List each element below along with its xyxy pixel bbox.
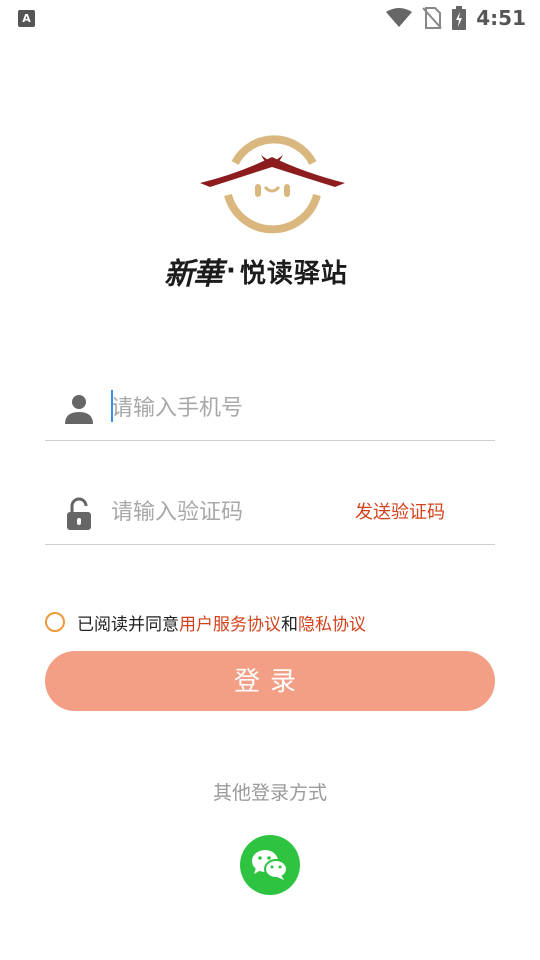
- app-notification-icon: A: [18, 10, 35, 27]
- agreement-row: 已阅读并同意 用户服务协议 和 隐私协议: [45, 608, 366, 636]
- no-sim-icon: [422, 7, 442, 29]
- wechat-icon: [252, 850, 288, 880]
- privacy-policy-link[interactable]: 隐私协议: [298, 610, 366, 635]
- phone-input[interactable]: [111, 388, 371, 428]
- code-field: 发送验证码: [45, 482, 495, 545]
- other-login-label: 其他登录方式: [212, 782, 327, 804]
- agreement-checkbox[interactable]: [45, 612, 65, 632]
- brand-name: 悦读驿站: [239, 258, 348, 289]
- user-agreement-link[interactable]: 用户服务协议: [179, 610, 281, 635]
- agreement-and: 和: [281, 614, 298, 635]
- wifi-icon: [386, 8, 413, 27]
- brand-script: 新華: [164, 257, 223, 292]
- app-logo: [200, 135, 345, 234]
- send-code-button[interactable]: 发送验证码: [355, 498, 445, 524]
- battery-icon: [452, 6, 467, 30]
- agreement-prefix: 已阅读并同意: [77, 614, 179, 635]
- brand-dot: ·: [226, 256, 236, 286]
- user-icon: [65, 395, 93, 424]
- status-icons: 4:51: [386, 6, 526, 30]
- text-caret: [111, 390, 113, 422]
- status-bar: A 4:51: [0, 0, 540, 36]
- phone-field: [45, 378, 495, 441]
- verification-code-input[interactable]: [111, 492, 371, 532]
- brand-title: 新華 · 悦读驿站: [164, 250, 384, 292]
- login-button[interactable]: 登录: [45, 651, 495, 711]
- wechat-login-button[interactable]: [240, 835, 300, 895]
- clock: 4:51: [476, 6, 526, 30]
- lock-icon: [67, 497, 91, 530]
